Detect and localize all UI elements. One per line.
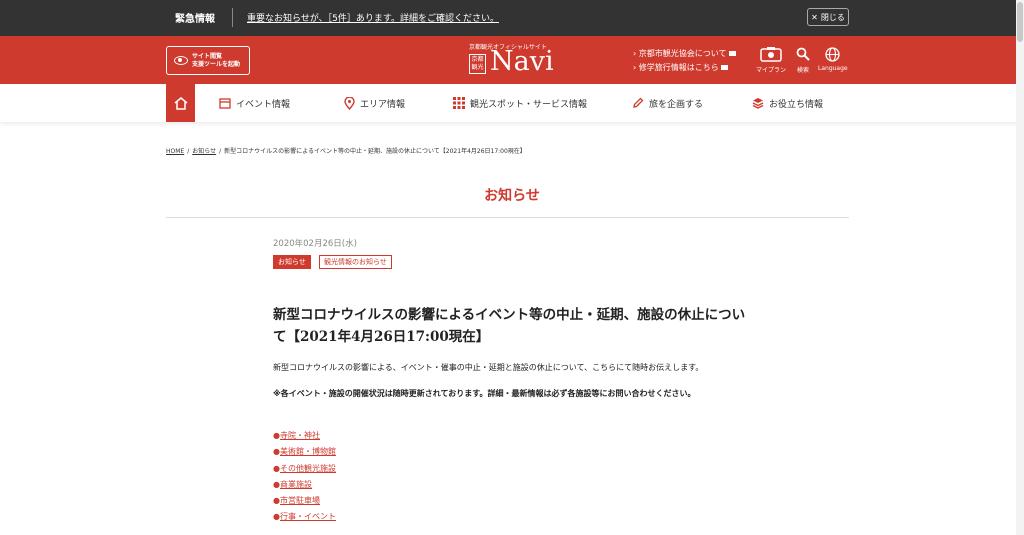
close-icon: ✕ xyxy=(811,12,818,22)
breadcrumb-news-link[interactable]: お知らせ xyxy=(192,148,216,155)
map-pin-icon xyxy=(344,96,355,110)
eye-icon xyxy=(174,56,188,65)
link-museums[interactable]: ●美術館・博物館 xyxy=(273,444,336,460)
globe-icon xyxy=(825,46,840,62)
language-button[interactable]: Language xyxy=(818,46,848,72)
stack-icon xyxy=(752,98,764,109)
nav-item-spots[interactable]: 観光スポット・サービス情報 xyxy=(453,84,587,122)
grid-icon xyxy=(453,97,465,109)
article-body: 新型コロナウイルスの影響による、イベント・催事の中止・延期と施設の休止について、… xyxy=(273,363,704,372)
divider xyxy=(232,8,233,27)
myplan-icon xyxy=(760,46,782,62)
accessibility-tool-button[interactable]: サイト閲覧 支援ツールを起動 xyxy=(166,46,250,75)
window-icon xyxy=(720,65,728,70)
nav-item-area[interactable]: エリア情報 xyxy=(344,84,405,122)
logo-name: Navi xyxy=(490,46,554,77)
article-title: 新型コロナウイルスの影響によるイベント等の中止・延期、施設の休止について【202… xyxy=(273,307,746,345)
link-commercial[interactable]: ●商業施設 xyxy=(273,477,336,493)
language-label: Language xyxy=(818,65,848,72)
tag-tourism-news[interactable]: 観光情報のお知らせ xyxy=(319,255,392,269)
breadcrumb: HOME / お知らせ / 新型コロナウイルスの影響によるイベント等の中止・延期、施設の… xyxy=(166,148,526,155)
nav-label-spots: 観光スポット・サービス情報 xyxy=(470,99,588,110)
logo-box: 京都 観光 xyxy=(469,54,486,74)
search-label: 検索 xyxy=(796,67,809,74)
emergency-bar: 緊急情報 重要なお知らせが、［5件］あります。詳細をご確認ください。 ✕ 閉じる xyxy=(0,0,1024,36)
nav-item-events[interactable]: イベント情報 xyxy=(219,84,290,122)
divider xyxy=(166,217,849,218)
school-trip-link[interactable]: › 修学旅行情報はこちら xyxy=(633,61,736,75)
scrollbar-thumb[interactable] xyxy=(1017,2,1023,42)
nav-label-useful: お役立ち情報 xyxy=(769,99,824,110)
site-header: サイト閲覧 支援ツールを起動 京都観光オフィシャルサイト 京都 観光 Navi … xyxy=(0,36,1024,84)
nav-label-plan: 旅を企画する xyxy=(649,99,704,110)
link-parking[interactable]: ●市営駐車場 xyxy=(273,493,336,509)
home-button[interactable] xyxy=(166,84,195,122)
article-notice: ※各イベント・施設の開催状況は随時更新されております。詳細・最新情報は必ず各施設… xyxy=(273,389,696,398)
link-events[interactable]: ●行事・イベント xyxy=(273,509,336,525)
close-label: 閉じる xyxy=(820,12,845,22)
support-button-line1: サイト閲覧 xyxy=(192,52,223,60)
myplan-button[interactable]: マイプラン xyxy=(756,46,786,74)
pencil-icon xyxy=(633,97,644,108)
search-button[interactable]: 検索 xyxy=(796,46,810,74)
nav-label-area: エリア情報 xyxy=(360,99,406,110)
category-link-list: ●寺院・神社 ●美術館・博物館 ●その他観光施設 ●商業施設 ●市営駐車場 ●行… xyxy=(273,428,336,526)
about-association-link[interactable]: › 京都市観光協会について xyxy=(633,47,736,61)
emergency-message-link[interactable]: 重要なお知らせが、［5件］あります。詳細をご確認ください。 xyxy=(247,11,499,24)
link-other-facilities[interactable]: ●その他観光施設 xyxy=(273,461,336,477)
article-date: 2020年02月26日(水) xyxy=(273,239,357,249)
breadcrumb-home-link[interactable]: HOME xyxy=(166,148,184,155)
myplan-label: マイプラン xyxy=(756,67,787,74)
page-scrollbar[interactable] xyxy=(1016,0,1024,535)
page-title: お知らせ xyxy=(484,188,540,204)
emergency-label: 緊急情報 xyxy=(175,14,215,25)
link-temples-shrines[interactable]: ●寺院・神社 xyxy=(273,428,336,444)
site-logo[interactable]: 京都観光オフィシャルサイト 京都 観光 Navi xyxy=(469,42,559,80)
home-icon xyxy=(174,96,187,110)
nav-item-useful[interactable]: お役立ち情報 xyxy=(752,84,823,122)
tag-news[interactable]: お知らせ xyxy=(273,255,311,269)
support-button-line2: 支援ツールを起動 xyxy=(192,60,241,68)
breadcrumb-current: 新型コロナウイルスの影響によるイベント等の中止・延期、施設の休止について【202… xyxy=(224,148,526,155)
search-icon xyxy=(796,46,810,62)
nav-item-plan[interactable]: 旅を企画する xyxy=(632,84,703,122)
header-links: › 京都市観光協会について › 修学旅行情報はこちら xyxy=(633,47,736,75)
calendar-icon xyxy=(219,98,231,109)
window-icon xyxy=(728,51,736,56)
global-nav: イベント情報 エリア情報 観光スポット・サービス情報 旅を企画する お役立ち情報 xyxy=(0,84,1024,122)
nav-label-events: イベント情報 xyxy=(236,99,291,110)
close-emergency-button[interactable]: ✕ 閉じる xyxy=(807,8,849,26)
